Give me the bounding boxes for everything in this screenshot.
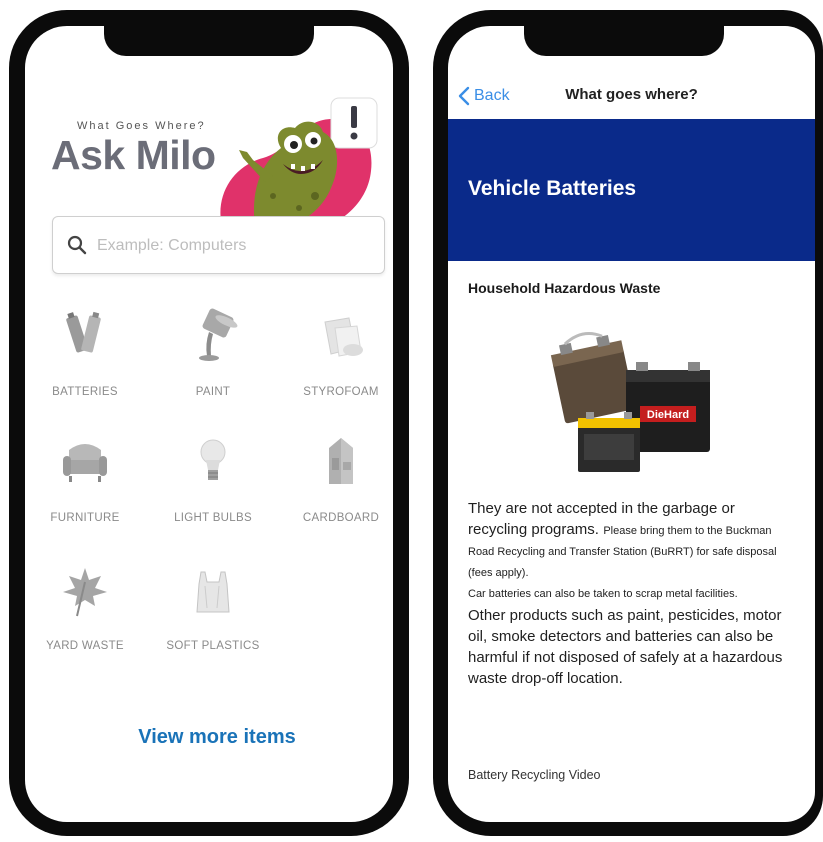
battery-brand-label: DieHard bbox=[647, 409, 689, 421]
category-label: BATTERIES bbox=[52, 386, 118, 398]
detail-screen: Back What goes where? Vehicle Batteries … bbox=[448, 26, 815, 822]
phone-frame-left: What Goes Where? Ask Milo Example: Compu… bbox=[9, 10, 409, 836]
light-bulb-icon bbox=[200, 439, 226, 480]
category-yard-waste[interactable]: YARD WASTE bbox=[25, 562, 145, 672]
furniture-icon bbox=[63, 444, 107, 482]
phone-notch bbox=[104, 24, 314, 56]
search-icon bbox=[67, 235, 87, 255]
category-cardboard[interactable]: CARDBOARD bbox=[281, 434, 393, 544]
category-soft-plastics[interactable]: SOFT PLASTICS bbox=[153, 562, 273, 672]
category-paint[interactable]: PAINT bbox=[153, 308, 273, 418]
category-label: LIGHT BULBS bbox=[174, 512, 252, 524]
category-batteries[interactable]: BATTERIES bbox=[25, 308, 145, 418]
cardboard-icon bbox=[329, 438, 353, 484]
phone-frame-right: Back What goes where? Vehicle Batteries … bbox=[433, 10, 823, 836]
app-title: Ask Milo bbox=[51, 132, 216, 178]
description: They are not accepted in the garbage or … bbox=[468, 498, 793, 689]
home-screen: What Goes Where? Ask Milo Example: Compu… bbox=[25, 26, 393, 822]
category-styrofoam[interactable]: STYROFOAM bbox=[281, 308, 393, 418]
title-banner: Vehicle Batteries bbox=[448, 119, 815, 261]
battery-recycling-video-link[interactable]: Battery Recycling Video bbox=[468, 768, 600, 782]
app-screenshots: What Goes Where? Ask Milo Example: Compu… bbox=[0, 0, 823, 842]
hero-tagline: What Goes Where? bbox=[77, 120, 206, 132]
page-title: Vehicle Batteries bbox=[468, 177, 637, 200]
category-label: FURNITURE bbox=[50, 512, 120, 524]
view-more-items-link[interactable]: View more items bbox=[25, 726, 393, 749]
plastic-bag-icon bbox=[196, 571, 230, 613]
search-box[interactable] bbox=[52, 216, 385, 274]
description-paragraph-3: Car batteries can also be taken to scrap… bbox=[468, 588, 738, 600]
hero-header: What Goes Where? Ask Milo bbox=[25, 86, 393, 236]
search-input[interactable] bbox=[95, 231, 369, 261]
paint-icon bbox=[199, 308, 238, 361]
category-light-bulbs[interactable]: LIGHT BULBS bbox=[153, 434, 273, 544]
category-heading: Household Hazardous Waste bbox=[468, 280, 661, 296]
category-label: STYROFOAM bbox=[303, 386, 379, 398]
category-label: SOFT PLASTICS bbox=[166, 640, 260, 652]
leaf-icon bbox=[63, 568, 107, 617]
batteries-icon bbox=[66, 311, 101, 353]
category-label: YARD WASTE bbox=[46, 640, 124, 652]
vehicle-batteries-image: DieHard bbox=[550, 332, 710, 472]
category-label: PAINT bbox=[195, 386, 231, 398]
milo-mascot-illustration bbox=[203, 96, 393, 236]
styrofoam-icon bbox=[324, 317, 363, 357]
nav-title: What goes where? bbox=[565, 86, 698, 103]
category-furniture[interactable]: FURNITURE bbox=[25, 434, 145, 544]
phone-notch bbox=[524, 24, 724, 56]
navigation-bar: Back What goes where? bbox=[448, 78, 815, 118]
category-label: CARDBOARD bbox=[302, 512, 380, 524]
description-paragraph-4: Other products such as paint, pesticides… bbox=[468, 607, 783, 687]
